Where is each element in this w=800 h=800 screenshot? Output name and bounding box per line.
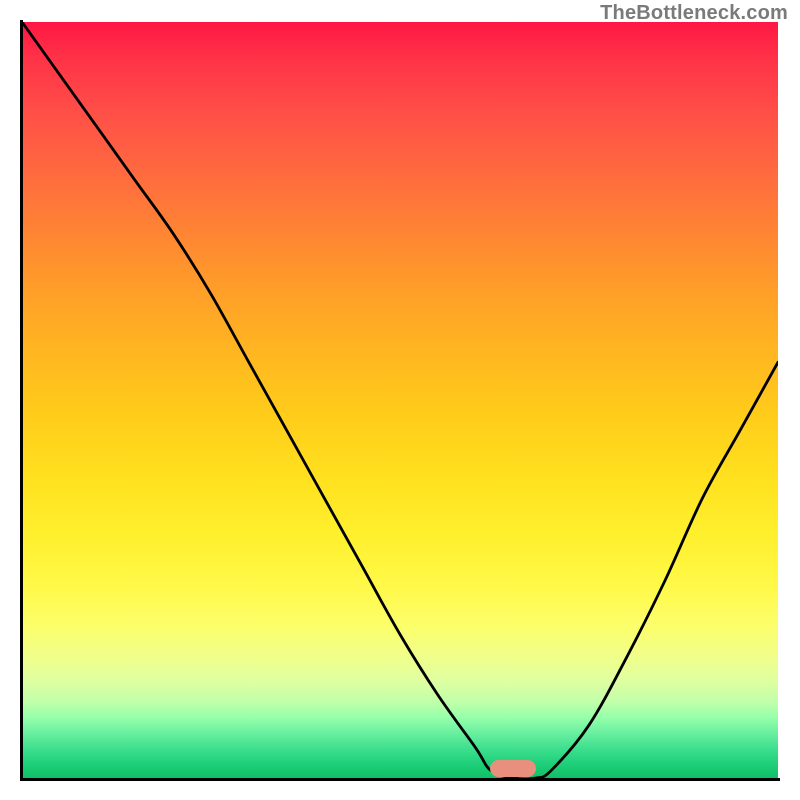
curve-layer xyxy=(22,22,778,778)
bottleneck-curve-line xyxy=(22,22,778,778)
bottleneck-chart: TheBottleneck.com xyxy=(0,0,800,800)
x-axis xyxy=(20,778,780,781)
watermark-text: TheBottleneck.com xyxy=(600,2,788,25)
y-axis xyxy=(20,20,23,780)
optimal-marker xyxy=(490,760,536,777)
